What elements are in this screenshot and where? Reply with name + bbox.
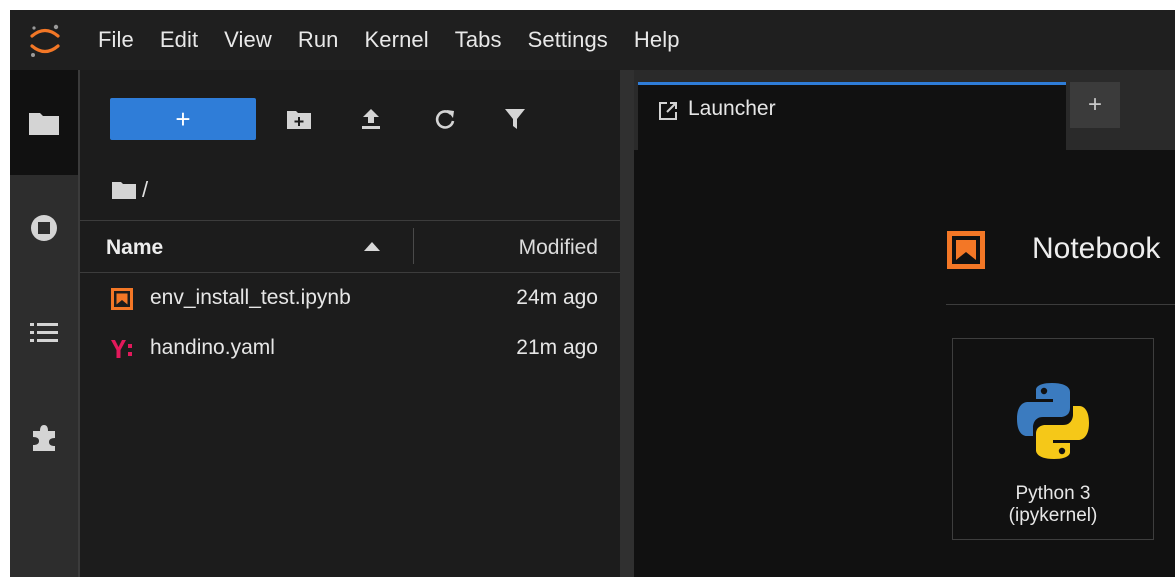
main-dock-area: Launcher + Notebook Python 3 (ipykernel) xyxy=(634,70,1175,577)
sidebar-tab-extensions[interactable] xyxy=(10,385,78,490)
column-resize-handle[interactable] xyxy=(413,228,414,264)
new-folder-icon xyxy=(287,111,311,129)
breadcrumb[interactable]: / xyxy=(112,177,148,203)
column-header-modified[interactable]: Modified xyxy=(519,236,598,260)
menu-file[interactable]: File xyxy=(98,27,134,53)
tab-bar: Launcher + xyxy=(634,70,1175,150)
section-divider xyxy=(946,304,1175,305)
refresh-icon xyxy=(435,110,455,129)
toc-icon xyxy=(30,322,58,342)
menu-help[interactable]: Help xyxy=(634,27,680,53)
yaml-icon xyxy=(111,340,132,358)
left-sidebar-tabs xyxy=(10,70,78,577)
file-modified: 24m ago xyxy=(516,286,598,309)
menu-bar: File Edit View Run Kernel Tabs Settings Help xyxy=(10,10,1175,70)
menu-edit[interactable]: Edit xyxy=(160,27,198,53)
file-row-notebook[interactable]: env_install_test.ipynb 24m ago xyxy=(80,275,620,325)
sidebar-tab-running[interactable] xyxy=(10,175,78,280)
breadcrumb-root[interactable]: / xyxy=(142,177,148,203)
header-bottom-border xyxy=(80,272,620,273)
menu-kernel[interactable]: Kernel xyxy=(365,27,429,53)
launcher-icon xyxy=(659,102,677,120)
filter-icon xyxy=(505,109,525,129)
kernel-card-python3[interactable]: Python 3 (ipykernel) xyxy=(952,338,1154,540)
menu-settings[interactable]: Settings xyxy=(528,27,608,53)
python-logo-icon xyxy=(1017,383,1089,459)
new-launcher-button[interactable]: + xyxy=(110,98,256,140)
kernel-spec: (ipykernel) xyxy=(1008,505,1098,526)
file-browser-panel: + / Name Modified env_install_test.ipynb… xyxy=(80,70,620,577)
notebook-section-icon xyxy=(947,231,985,269)
file-row-yaml[interactable]: handino.yaml 21m ago xyxy=(80,325,620,375)
menu-view[interactable]: View xyxy=(224,27,272,53)
tab-launcher[interactable]: Launcher xyxy=(638,82,1066,150)
menu-tabs[interactable]: Tabs xyxy=(455,27,502,53)
folder-icon xyxy=(29,112,59,135)
refresh-button[interactable] xyxy=(430,103,460,135)
sort-ascending-icon xyxy=(364,242,380,251)
jupyterlab-window: File Edit View Run Kernel Tabs Settings Help xyxy=(10,10,1175,577)
file-name: env_install_test.ipynb xyxy=(150,286,351,309)
new-folder-button[interactable] xyxy=(284,103,314,135)
notebook-icon xyxy=(111,288,133,310)
section-title-notebook: Notebook xyxy=(1032,232,1161,265)
menu-run[interactable]: Run xyxy=(298,27,339,53)
panel-resize-handle[interactable] xyxy=(620,70,634,577)
sidebar-tab-file-browser[interactable] xyxy=(10,70,78,175)
upload-button[interactable] xyxy=(356,103,386,135)
file-modified: 21m ago xyxy=(516,336,598,359)
file-name: handino.yaml xyxy=(150,336,275,359)
menu: File Edit View Run Kernel Tabs Settings Help xyxy=(98,10,706,70)
filter-button[interactable] xyxy=(500,103,530,135)
upload-icon xyxy=(362,109,380,129)
jupyter-logo-icon[interactable] xyxy=(28,23,62,59)
kernel-card-label: Python 3 (ipykernel) xyxy=(953,483,1153,527)
extension-icon xyxy=(33,424,55,451)
kernel-name: Python 3 xyxy=(1015,483,1091,504)
column-header-name[interactable]: Name xyxy=(106,236,163,260)
header-top-border xyxy=(80,220,620,221)
breadcrumb-folder-icon xyxy=(112,182,136,199)
add-tab-button[interactable]: + xyxy=(1070,82,1120,128)
sidebar-tab-toc[interactable] xyxy=(10,280,78,385)
tab-label: Launcher xyxy=(688,97,776,120)
running-icon xyxy=(31,214,57,241)
